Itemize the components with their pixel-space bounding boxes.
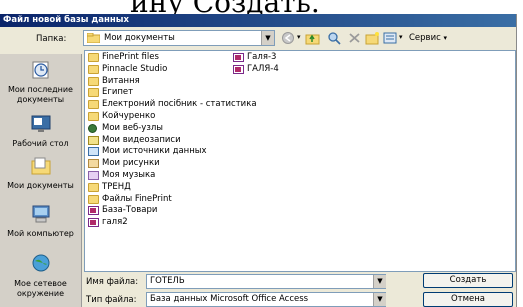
new-folder-icon[interactable]	[365, 31, 380, 45]
up-folder-icon[interactable]	[305, 31, 320, 45]
file-item[interactable]: Мои источники данных	[88, 146, 207, 157]
chevron-down-icon: ▾	[443, 34, 447, 42]
file-item[interactable]: ГАЛЯ-4	[233, 64, 279, 75]
file-item[interactable]: Моя музыка	[88, 170, 155, 181]
access-database-icon	[233, 53, 244, 62]
file-name: Моя музыка	[102, 170, 156, 180]
place-label: Мой компьютер	[7, 229, 74, 238]
back-dropdown-icon[interactable]: ▾	[297, 33, 301, 41]
file-name: Електроний посібник - статистика	[102, 99, 257, 110]
place-desktop[interactable]: Рабочий стол	[0, 114, 81, 149]
lookin-value: Мои документы	[104, 33, 175, 43]
file-item[interactable]: Мои видеозаписи	[88, 135, 181, 146]
my-documents-icon	[31, 157, 50, 175]
file-item[interactable]: Електроний посібник - статистика	[88, 99, 257, 110]
lookin-select[interactable]: Мои документы ▼	[83, 30, 275, 46]
file-name: База-Товари	[102, 205, 158, 216]
create-button[interactable]: Создать	[423, 273, 513, 288]
file-item[interactable]: галя2	[88, 217, 128, 228]
new-database-dialog: Файл новой базы данных Папка: Мои докуме…	[0, 14, 517, 307]
place-label: Мое сетевое окружение	[14, 279, 67, 298]
search-web-icon[interactable]	[327, 31, 342, 45]
tools-menu[interactable]: Сервис ▾	[409, 33, 447, 43]
back-icon[interactable]	[281, 31, 296, 45]
web-icon	[88, 123, 97, 133]
file-item[interactable]: Египет	[88, 87, 133, 98]
file-item[interactable]: Галя-3	[233, 52, 276, 63]
file-item[interactable]: Файлы FinePrint	[88, 194, 172, 205]
place-network[interactable]: Мое сетевое окружение	[0, 254, 81, 299]
place-label: Мои документы	[7, 181, 74, 190]
file-name: Файлы FinePrint	[102, 193, 172, 204]
file-item[interactable]: FinePrint files	[88, 52, 159, 63]
file-name: Pinnacle Studio	[102, 63, 168, 74]
file-name: Койчуренко	[102, 111, 156, 121]
file-name: FinePrint files	[102, 52, 159, 62]
network-icon	[32, 254, 49, 272]
filetype-label: Тип файла:	[86, 295, 137, 305]
views-dropdown-icon[interactable]: ▾	[399, 33, 403, 41]
access-database-icon	[233, 64, 244, 74]
desktop-icon	[31, 115, 50, 132]
file-item[interactable]: ТРЕНД	[88, 182, 131, 193]
toolbar: ▾ ▾ Сервис ▾	[281, 31, 511, 46]
place-my-computer[interactable]: Мой компьютер	[0, 204, 81, 239]
lookin-label: Папка:	[36, 34, 67, 44]
file-item[interactable]: Мои веб-узлы	[88, 123, 163, 134]
delete-icon[interactable]	[347, 31, 362, 45]
folder-icon	[88, 88, 99, 98]
place-label: Рабочий стол	[12, 139, 69, 148]
file-name: Мои видеозаписи	[102, 134, 181, 145]
place-my-documents[interactable]: Мои документы	[0, 156, 81, 191]
filename-label: Имя файла:	[86, 277, 139, 287]
file-name: Мои веб-узлы	[102, 122, 164, 133]
src-icon	[88, 147, 99, 157]
file-item[interactable]: Мои рисунки	[88, 158, 160, 169]
filename-input[interactable]: ГОТЕЛЬ	[146, 274, 386, 289]
views-icon[interactable]	[383, 31, 398, 45]
dialog-title: Файл новой базы данных	[0, 14, 516, 27]
folder-icon	[88, 76, 99, 86]
file-name: Мои источники данных	[102, 146, 207, 157]
file-name: галя2	[102, 217, 128, 228]
folder-icon	[87, 33, 100, 43]
chevron-down-icon[interactable]: ▼	[261, 31, 274, 45]
folder-icon	[88, 100, 99, 110]
file-item[interactable]: Витання	[88, 76, 140, 87]
file-name: Галя-3	[247, 52, 277, 62]
folder-icon	[88, 112, 99, 121]
file-name: ТРЕНД	[102, 181, 131, 192]
chevron-down-icon[interactable]: ▼	[373, 293, 386, 306]
file-name: ГАЛЯ-4	[247, 63, 279, 74]
my-computer-icon	[32, 205, 49, 223]
place-label: Мои последние документы	[8, 85, 73, 104]
folder-icon	[88, 182, 99, 192]
file-list[interactable]: FinePrint files Pinnacle Studio Витання Еги…	[84, 50, 516, 272]
tools-label: Сервис	[409, 33, 441, 43]
cancel-button[interactable]: Отмена	[423, 292, 513, 307]
video-icon	[88, 135, 99, 145]
places-bar: Мои последние документы Рабочий стол Мои…	[0, 54, 82, 307]
access-database-icon	[88, 218, 99, 228]
chevron-down-icon[interactable]: ▼	[373, 275, 386, 288]
file-item[interactable]: Койчуренко	[88, 111, 155, 122]
file-name: Витання	[102, 75, 140, 86]
music-icon	[88, 171, 99, 180]
place-recent-documents[interactable]: Мои последние документы	[0, 60, 81, 105]
file-name: Египет	[102, 87, 134, 98]
folder-icon	[88, 64, 99, 74]
folder-icon	[88, 194, 99, 204]
file-item[interactable]: Pinnacle Studio	[88, 64, 167, 75]
folder-icon	[88, 53, 99, 62]
recent-docs-icon	[32, 61, 48, 79]
access-database-icon	[88, 206, 99, 216]
file-name: Мои рисунки	[102, 158, 160, 169]
pics-icon	[88, 159, 99, 169]
file-item[interactable]: База-Товари	[88, 205, 157, 216]
filetype-select[interactable]: База данных Microsoft Office Access	[146, 292, 386, 307]
